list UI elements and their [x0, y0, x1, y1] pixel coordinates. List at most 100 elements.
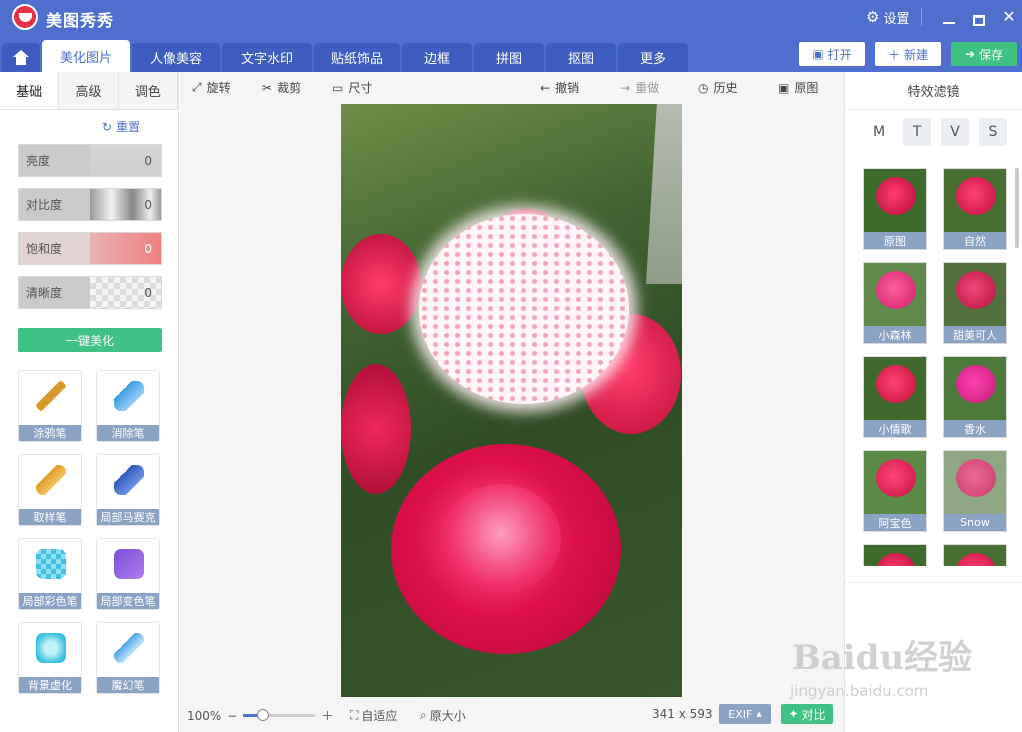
- reset-button[interactable]: ↻ 重置: [102, 118, 140, 135]
- app-title: 美图秀秀: [46, 11, 115, 30]
- filter-thumbnail: [864, 263, 926, 327]
- filter-label: 自然: [944, 232, 1006, 249]
- one-key-beautify-button[interactable]: 一键美化: [18, 328, 162, 352]
- subtab-color[interactable]: 调色: [119, 72, 178, 109]
- sharpness-slider[interactable]: 清晰度 0: [18, 276, 162, 309]
- rotate-button[interactable]: ⤢ 旋转: [192, 79, 231, 96]
- filter-partial[interactable]: [863, 544, 927, 566]
- undo-button[interactable]: ← 撤销: [540, 79, 579, 96]
- minimize-button[interactable]: [934, 10, 964, 24]
- magnifier-icon: ⌕: [420, 708, 427, 722]
- heart-pattern-overlay: [419, 214, 629, 404]
- magic-wand-icon: [114, 633, 144, 663]
- redo-label: 重做: [635, 81, 660, 95]
- adjust-subtabs: 基础 高级 调色: [0, 72, 178, 110]
- saturation-slider[interactable]: 饱和度 0: [18, 232, 162, 265]
- tab-home[interactable]: [2, 43, 40, 72]
- subtab-basic[interactable]: 基础: [0, 72, 60, 109]
- app-window: 美图秀秀 ⚙ 设置 ✕ 美化图片 人像美容 文字水印 贴纸饰品 边框 拼图 抠图…: [0, 0, 1022, 732]
- filter-category-m[interactable]: M: [865, 118, 893, 146]
- export-icon: ➜: [964, 47, 976, 61]
- main-tabs: 美化图片 人像美容 文字水印 贴纸饰品 边框 拼图 抠图 更多: [0, 40, 690, 72]
- zoom-value: 100%: [187, 708, 222, 723]
- filter-label: Snow: [944, 514, 1006, 531]
- tool-local-recolor-pen[interactable]: 局部变色笔: [96, 538, 160, 610]
- tab-stickers[interactable]: 贴纸饰品: [314, 43, 400, 72]
- mosaic-pen-icon: [114, 465, 144, 495]
- contrast-slider[interactable]: 对比度 0: [18, 188, 162, 221]
- save-button[interactable]: ➜ 保存: [951, 42, 1017, 66]
- subtab-advanced[interactable]: 高级: [59, 72, 119, 109]
- tool-doodle-pen[interactable]: 涂鸦笔: [18, 370, 82, 442]
- filter-abao[interactable]: 阿宝色: [863, 450, 927, 532]
- filter-category-t[interactable]: T: [903, 118, 931, 146]
- slider-value: 0: [90, 189, 161, 220]
- tool-eraser-pen[interactable]: 消除笔: [96, 370, 160, 442]
- filter-list: 原图 自然 小森林 甜美可人 小情歌 香水 阿宝色 Snow: [845, 168, 1015, 566]
- original-button[interactable]: ▣ 原图: [778, 79, 818, 96]
- filter-snow[interactable]: Snow: [943, 450, 1007, 532]
- compare-button[interactable]: ✦ 对比: [781, 704, 833, 724]
- filter-natural[interactable]: 自然: [943, 168, 1007, 250]
- original-label: 原图: [794, 81, 819, 95]
- filter-sweet[interactable]: 甜美可人: [943, 262, 1007, 344]
- tab-collage[interactable]: 拼图: [474, 43, 544, 72]
- zoom-in-button[interactable]: ＋: [321, 707, 333, 724]
- tool-magic-pen[interactable]: 魔幻笔: [96, 622, 160, 694]
- resize-button[interactable]: ▭ 尺寸: [332, 79, 372, 96]
- resize-label: 尺寸: [348, 81, 373, 95]
- edited-photo[interactable]: [341, 104, 682, 697]
- tool-label: 局部变色笔: [97, 593, 159, 609]
- filter-thumbnail: [944, 263, 1006, 327]
- actual-size-label: 原大小: [429, 709, 466, 723]
- open-button[interactable]: ▣ 打开: [799, 42, 865, 66]
- eraser-icon: [114, 381, 144, 411]
- window-controls: ✕: [921, 4, 1022, 30]
- settings-button[interactable]: ⚙ 设置: [866, 8, 909, 28]
- tab-more[interactable]: 更多: [618, 43, 688, 72]
- close-button[interactable]: ✕: [994, 4, 1022, 30]
- fit-button[interactable]: ⛶ 自适应: [350, 707, 397, 724]
- tab-border[interactable]: 边框: [402, 43, 472, 72]
- filter-category-s[interactable]: S: [979, 118, 1007, 146]
- filter-thumbnail: [864, 357, 926, 421]
- tab-beautify[interactable]: 美化图片: [42, 40, 130, 72]
- new-button[interactable]: ＋ 新建: [875, 42, 941, 66]
- filter-scrollbar[interactable]: [1015, 168, 1019, 248]
- tool-label: 涂鸦笔: [19, 425, 81, 441]
- filter-label: 小情歌: [864, 420, 926, 437]
- filter-forest[interactable]: 小森林: [863, 262, 927, 344]
- crop-label: 裁剪: [277, 81, 302, 95]
- sparkle-icon: ✦: [788, 707, 799, 721]
- tab-portrait[interactable]: 人像美容: [132, 43, 220, 72]
- filter-category-v[interactable]: V: [941, 118, 969, 146]
- canvas-area: ⤢ 旋转 ✂ 裁剪 ▭ 尺寸 ← 撤销 → 重做 ◷ 历史 ▣ 原图 100% …: [180, 72, 844, 732]
- image-icon: ▣: [812, 47, 824, 61]
- tab-cutout[interactable]: 抠图: [546, 43, 616, 72]
- filter-partial[interactable]: [943, 544, 1007, 566]
- tool-local-color-pen[interactable]: 局部彩色笔: [18, 538, 82, 610]
- rotate-icon: ⤢: [192, 80, 202, 94]
- new-label: 新建: [904, 47, 929, 62]
- tool-background-blur[interactable]: 背景虚化: [18, 622, 82, 694]
- crop-button[interactable]: ✂ 裁剪: [262, 79, 301, 96]
- color-grid-icon: [36, 549, 66, 579]
- filter-love-song[interactable]: 小情歌: [863, 356, 927, 438]
- brightness-slider[interactable]: 亮度 0: [18, 144, 162, 177]
- zoom-slider-handle[interactable]: [257, 709, 270, 721]
- filter-original[interactable]: 原图: [863, 168, 927, 250]
- exif-button[interactable]: EXIF ▲: [719, 704, 771, 724]
- history-button[interactable]: ◷ 历史: [698, 79, 738, 96]
- tab-text-watermark[interactable]: 文字水印: [222, 43, 312, 72]
- filter-label: 香水: [944, 420, 1006, 437]
- tool-local-mosaic[interactable]: 局部马赛克: [96, 454, 160, 526]
- actual-size-button[interactable]: ⌕ 原大小: [420, 707, 466, 724]
- tool-sample-pen[interactable]: 取样笔: [18, 454, 82, 526]
- zoom-slider[interactable]: [243, 709, 316, 721]
- maximize-button[interactable]: [964, 8, 994, 26]
- zoom-out-button[interactable]: −: [227, 709, 237, 723]
- redo-icon: →: [620, 80, 631, 95]
- filter-perfume[interactable]: 香水: [943, 356, 1007, 438]
- filter-thumbnail: [944, 169, 1006, 233]
- redo-button[interactable]: → 重做: [620, 79, 659, 96]
